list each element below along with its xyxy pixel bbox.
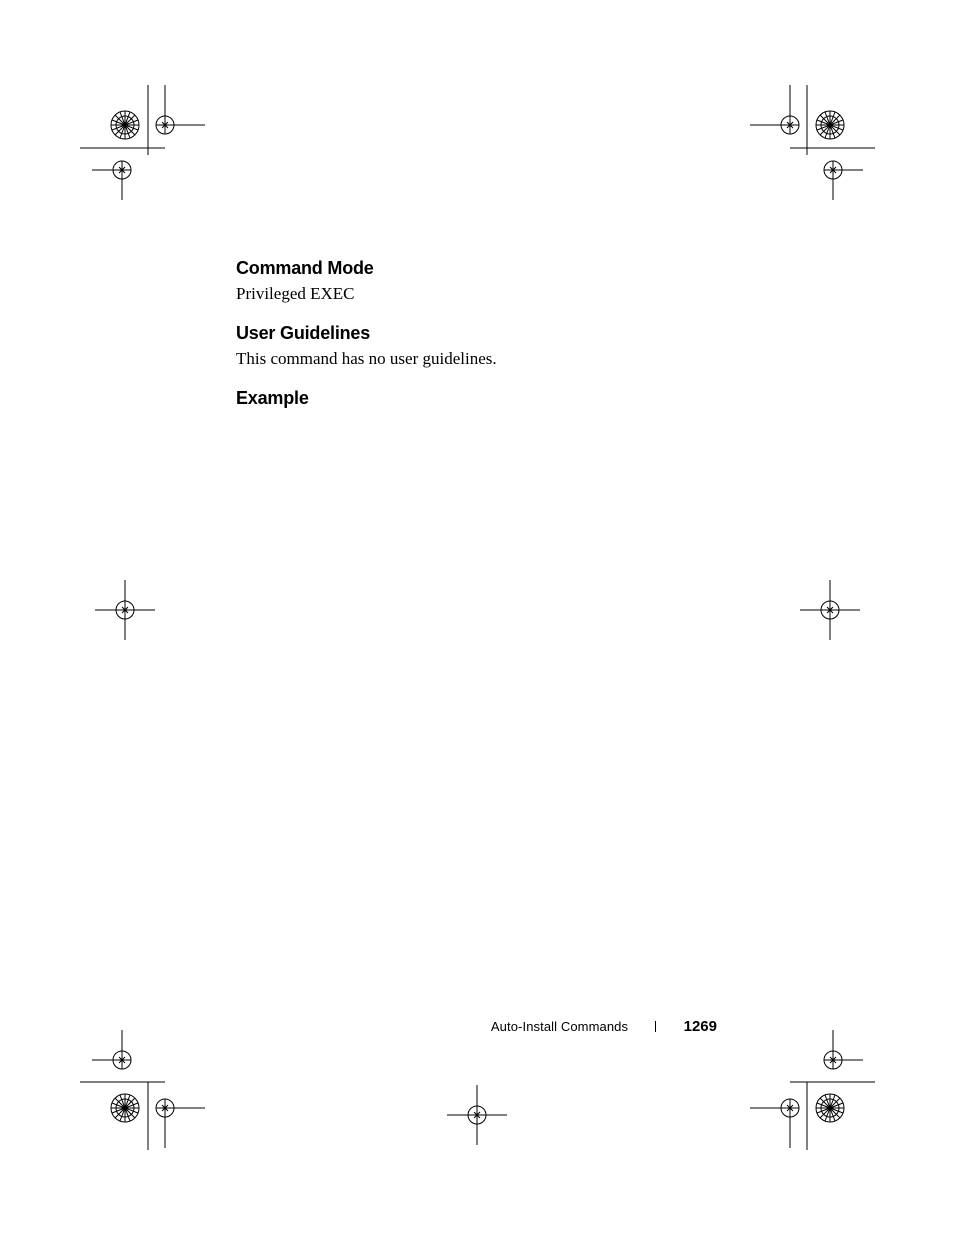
crop-mark-icon bbox=[60, 1030, 220, 1160]
crop-mark-icon bbox=[735, 1030, 895, 1160]
crop-mark-icon bbox=[735, 80, 895, 200]
heading-user-guidelines: User Guidelines bbox=[236, 323, 716, 344]
heading-example: Example bbox=[236, 388, 716, 409]
page-content: Command Mode Privileged EXEC User Guidel… bbox=[236, 258, 716, 413]
crop-mark-icon bbox=[60, 80, 220, 200]
crop-mark-icon bbox=[790, 570, 870, 650]
page-footer: Auto-Install Commands 1269 bbox=[491, 1018, 717, 1035]
footer-page-number: 1269 bbox=[684, 1018, 717, 1035]
text-command-mode: Privileged EXEC bbox=[236, 283, 716, 305]
text-user-guidelines: This command has no user guidelines. bbox=[236, 348, 716, 370]
crop-mark-icon bbox=[437, 1075, 517, 1155]
crop-mark-icon bbox=[85, 570, 165, 650]
heading-command-mode: Command Mode bbox=[236, 258, 716, 279]
footer-section: Auto-Install Commands bbox=[491, 1019, 628, 1034]
footer-separator bbox=[655, 1021, 656, 1032]
